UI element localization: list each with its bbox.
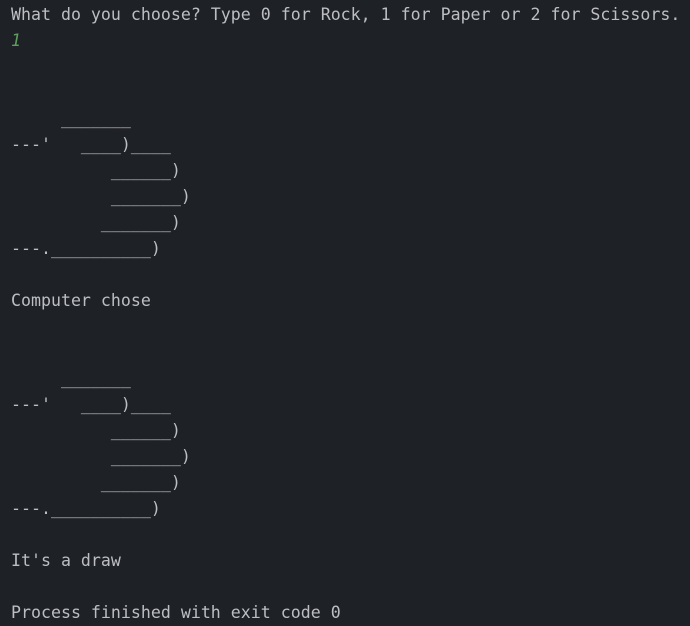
console-line-blank-5 xyxy=(11,340,690,366)
console-line-exit-status: Process finished with exit code 0 xyxy=(11,603,341,622)
console-line-computer-art-1: _______ xyxy=(11,369,131,388)
console-line-player-art-1: _______ xyxy=(11,109,131,128)
console-line-computer-art-4: _______) xyxy=(11,447,191,466)
console-line-computer-art-3: ______) xyxy=(11,421,181,440)
console-line-blank-3 xyxy=(11,262,690,288)
console-line-computer-art-6: ---.__________) xyxy=(11,499,161,518)
console-line-blank-2 xyxy=(11,80,690,106)
console-line-computer-art-2: ---' ____)____ xyxy=(11,395,171,414)
console-line-result: It's a draw xyxy=(11,551,121,570)
console-line-blank-6 xyxy=(11,522,690,548)
console-output-panel[interactable]: What do you choose? Type 0 for Rock, 1 f… xyxy=(0,0,690,622)
console-line-blank-1 xyxy=(11,54,690,80)
console-line-player-art-4: _______) xyxy=(11,187,191,206)
console-line-player-art-6: ---.__________) xyxy=(11,239,161,258)
console-line-blank-4 xyxy=(11,314,690,340)
console-line-prompt: What do you choose? Type 0 for Rock, 1 f… xyxy=(11,5,681,24)
console-line-list: What do you choose? Type 0 for Rock, 1 f… xyxy=(11,2,690,622)
console-line-computer-label: Computer chose xyxy=(11,291,151,310)
console-line-player-art-3: ______) xyxy=(11,161,181,180)
console-line-player-art-2: ---' ____)____ xyxy=(11,135,171,154)
console-line-player-art-5: _______) xyxy=(11,213,181,232)
console-line-user-answer[interactable]: 1 xyxy=(11,28,690,54)
console-line-blank-7 xyxy=(11,574,690,600)
console-line-computer-art-5: _______) xyxy=(11,473,181,492)
